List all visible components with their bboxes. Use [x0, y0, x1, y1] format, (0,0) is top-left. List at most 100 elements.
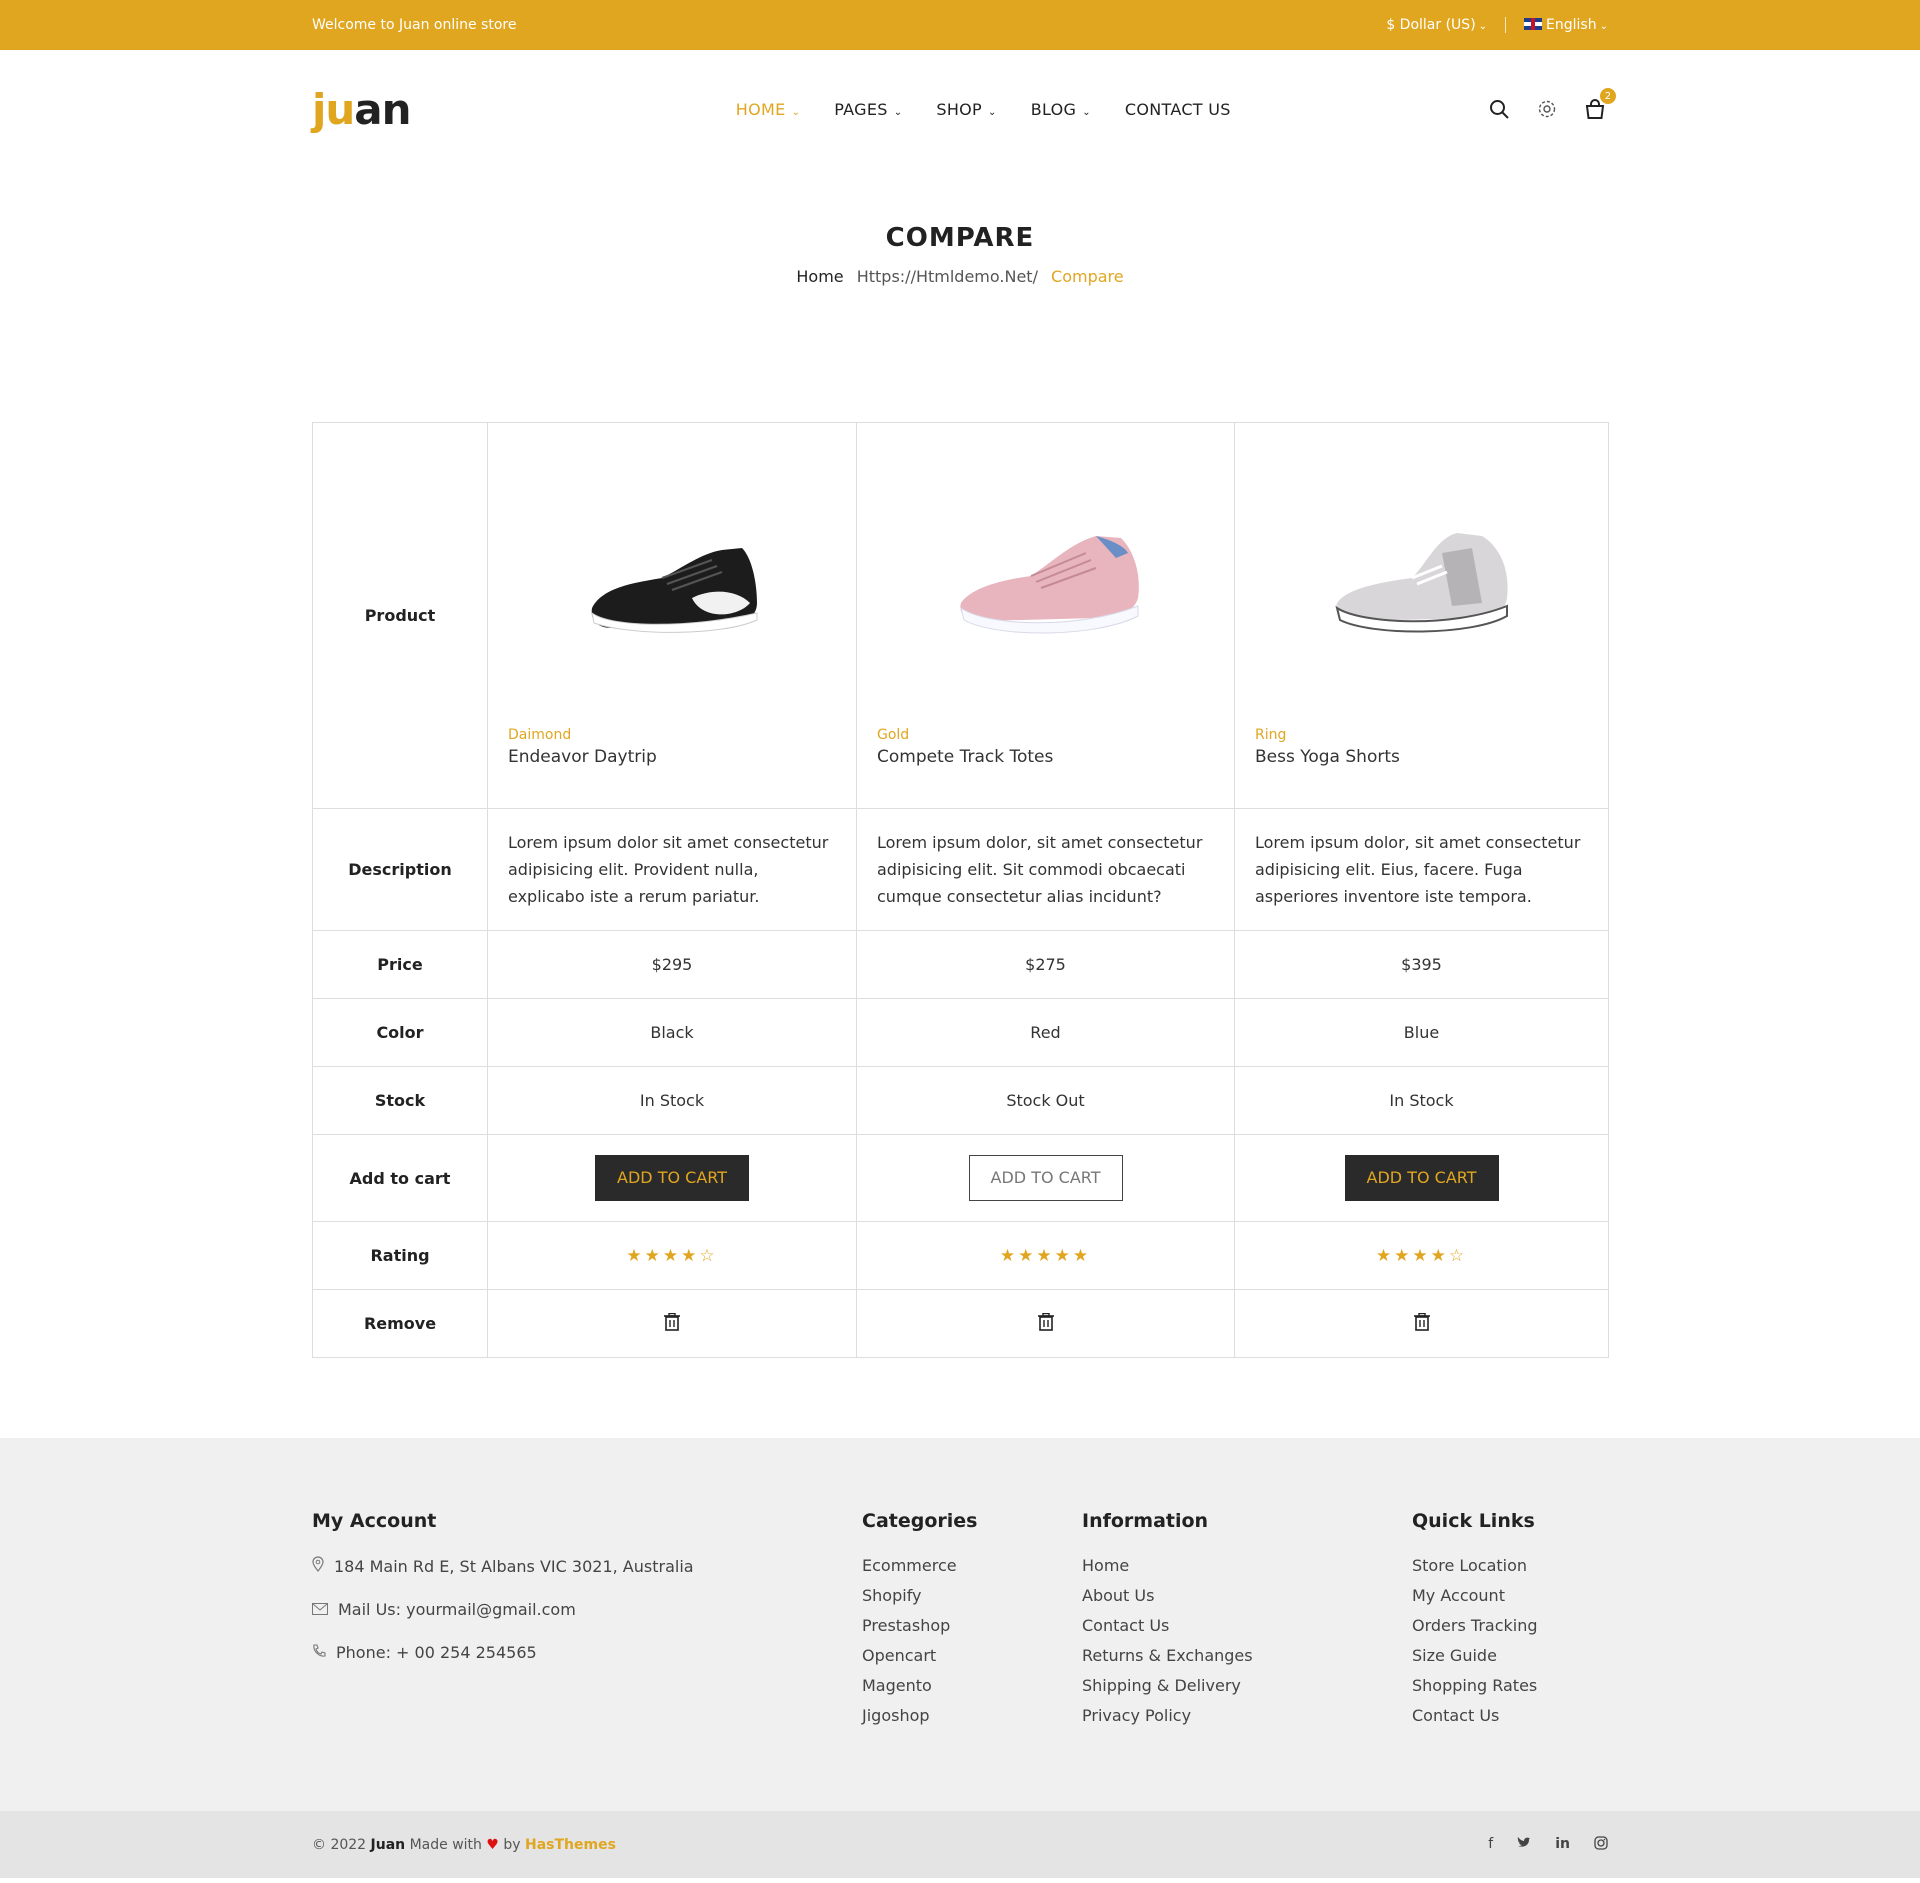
compare-section: Product Daimond Endeavor Daytrip Gold Co… [312, 422, 1609, 1358]
rating-cell: ★★★★☆ [487, 1221, 857, 1290]
linkedin-icon[interactable]: in [1555, 1836, 1570, 1854]
footer-link[interactable]: Size Guide [1412, 1646, 1608, 1665]
row-label-color: Color [312, 998, 488, 1067]
page-title: COMPARE [885, 223, 1035, 253]
footer-link[interactable]: Shopping Rates [1412, 1676, 1608, 1695]
heart-icon: ♥ [486, 1836, 499, 1853]
product-image[interactable] [508, 463, 836, 713]
footer-link[interactable]: Returns & Exchanges [1082, 1646, 1412, 1665]
star-rating: ★★★★☆ [626, 1245, 718, 1266]
breadcrumb-mid[interactable]: Https://Htmldemo.Net/ [857, 267, 1038, 286]
product-name[interactable]: Endeavor Daytrip [508, 747, 836, 767]
language-selector[interactable]: English ⌄ [1524, 17, 1608, 33]
footer-link[interactable]: Store Location [1412, 1556, 1608, 1575]
chevron-down-icon: ⌄ [1599, 21, 1608, 32]
footer-categories: Categories Ecommerce Shopify Prestashop … [862, 1510, 1082, 1736]
nav-blog[interactable]: BLOG ⌄ [1031, 100, 1091, 119]
cart-cell: ADD TO CART [1234, 1134, 1609, 1222]
product-category[interactable]: Daimond [508, 727, 836, 743]
row-label-remove: Remove [312, 1289, 488, 1358]
row-label-description: Description [312, 808, 488, 931]
nav-label: BLOG [1030, 99, 1077, 119]
product-stock: In Stock [487, 1066, 857, 1135]
product-cell: Daimond Endeavor Daytrip [487, 422, 857, 809]
search-icon[interactable] [1486, 96, 1512, 122]
footer-link[interactable]: Home [1082, 1556, 1412, 1575]
footer-link[interactable]: Shipping & Delivery [1082, 1676, 1412, 1695]
logo-accent: ju [312, 84, 355, 134]
footer-link[interactable]: My Account [1412, 1586, 1608, 1605]
currency-label: $ Dollar (US) [1386, 17, 1476, 33]
nav-shop[interactable]: SHOP ⌄ [936, 100, 996, 119]
uk-flag-icon [1524, 18, 1543, 30]
facebook-icon[interactable]: f [1488, 1836, 1493, 1854]
product-price: $275 [856, 930, 1235, 999]
product-price: $395 [1234, 930, 1609, 999]
row-label-cart: Add to cart [312, 1134, 488, 1222]
instagram-icon[interactable] [1594, 1835, 1608, 1854]
trash-icon[interactable] [1413, 1312, 1430, 1335]
welcome-text: Welcome to Juan online store [312, 17, 517, 33]
product-color: Blue [1234, 998, 1609, 1067]
breadcrumb-current: Compare [1051, 267, 1124, 286]
main-nav: HOME ⌄ PAGES ⌄ SHOP ⌄ BLOG ⌄ CONTACT US [736, 100, 1231, 119]
footer-link[interactable]: Contact Us [1412, 1706, 1608, 1725]
logo-text: an [354, 84, 411, 134]
footer-link[interactable]: Magento [862, 1676, 1082, 1695]
gear-icon[interactable] [1534, 96, 1560, 122]
product-price: $295 [487, 930, 857, 999]
product-category[interactable]: Gold [877, 727, 1214, 743]
footer-link[interactable]: About Us [1082, 1586, 1412, 1605]
rating-cell: ★★★★★ [856, 1221, 1235, 1290]
product-name[interactable]: Bess Yoga Shorts [1255, 747, 1588, 767]
twitter-icon[interactable] [1517, 1836, 1531, 1854]
footer-link[interactable]: Prestashop [862, 1616, 1082, 1635]
product-stock: Stock Out [856, 1066, 1235, 1135]
nav-label: PAGES [834, 99, 888, 119]
social-links: f in [1488, 1836, 1608, 1854]
envelope-icon [312, 1600, 328, 1619]
nav-pages[interactable]: PAGES ⌄ [834, 100, 902, 119]
product-color: Black [487, 998, 857, 1067]
footer-phone: Phone: + 00 254 254565 [312, 1643, 862, 1662]
footer-link[interactable]: Ecommerce [862, 1556, 1082, 1575]
product-name[interactable]: Compete Track Totes [877, 747, 1214, 767]
footer-mail: Mail Us: yourmail@gmail.com [312, 1600, 862, 1619]
cart-cell: ADD TO CART [487, 1134, 857, 1222]
add-to-cart-button[interactable]: ADD TO CART [968, 1155, 1123, 1201]
footer-link[interactable]: Jigoshop [862, 1706, 1082, 1725]
add-to-cart-button[interactable]: ADD TO CART [1344, 1155, 1499, 1201]
logo[interactable]: juan [312, 84, 412, 134]
mail-text[interactable]: Mail Us: yourmail@gmail.com [338, 1600, 576, 1619]
nav-contact[interactable]: CONTACT US [1125, 100, 1231, 119]
product-category[interactable]: Ring [1255, 727, 1588, 743]
footer-link[interactable]: Opencart [862, 1646, 1082, 1665]
language-label: English [1546, 17, 1597, 33]
remove-cell [856, 1289, 1235, 1358]
nav-label: SHOP [936, 99, 983, 119]
phone-text[interactable]: Phone: + 00 254 254565 [336, 1643, 537, 1662]
copyright-brand: Juan [370, 1836, 406, 1853]
company-link[interactable]: HasThemes [525, 1837, 616, 1853]
footer-address: 184 Main Rd E, St Albans VIC 3021, Austr… [312, 1556, 862, 1576]
chevron-down-icon: ⌄ [1082, 106, 1091, 118]
footer-link[interactable]: Privacy Policy [1082, 1706, 1412, 1725]
breadcrumb-home[interactable]: Home [796, 267, 843, 286]
map-pin-icon [312, 1556, 324, 1576]
trash-icon[interactable] [1037, 1312, 1054, 1335]
nav-home[interactable]: HOME ⌄ [736, 100, 800, 119]
product-image[interactable] [1255, 463, 1588, 713]
nav-label: CONTACT US [1124, 99, 1231, 119]
phone-icon [312, 1643, 326, 1662]
currency-selector[interactable]: $ Dollar (US) ⌄ [1386, 17, 1487, 33]
trash-icon[interactable] [664, 1312, 680, 1335]
product-description: Lorem ipsum dolor, sit amet consectetur … [1234, 808, 1609, 931]
footer-link[interactable]: Contact Us [1082, 1616, 1412, 1635]
pink-shoe-image [959, 536, 1139, 634]
add-to-cart-button[interactable]: ADD TO CART [595, 1155, 749, 1201]
cart-icon[interactable]: 2 [1582, 88, 1616, 122]
footer-link[interactable]: Orders Tracking [1412, 1616, 1608, 1635]
divider [1505, 17, 1507, 33]
product-image[interactable] [877, 463, 1214, 713]
footer-link[interactable]: Shopify [862, 1586, 1082, 1605]
